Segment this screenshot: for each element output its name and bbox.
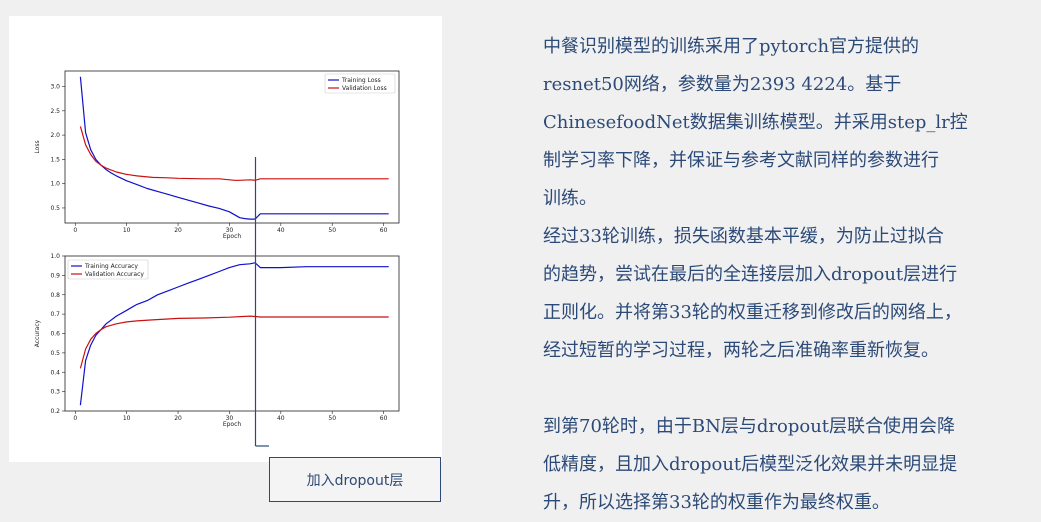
x-tick-label: 40 <box>277 415 285 422</box>
dropout-callout-label: 加入dropout层 <box>306 472 404 489</box>
legend-label: Validation Accuracy <box>85 271 144 278</box>
y-tick-label: 1.0 <box>50 253 60 260</box>
legend-label: Validation Loss <box>342 85 387 92</box>
description-line: 中餐识别模型的训练采用了pytorch官方提供的 <box>543 36 920 57</box>
y-tick-label: 0.3 <box>50 389 60 396</box>
series-line <box>79 262 389 406</box>
description-text: 中餐识别模型的训练采用了pytorch官方提供的 resnet50网络，参数量为… <box>543 28 1023 522</box>
description-line: 训练。 <box>543 188 597 209</box>
x-tick-label: 0 <box>73 227 77 234</box>
y-tick-label: 0.5 <box>50 205 60 212</box>
x-tick-label: 10 <box>123 227 131 234</box>
description-line: resnet50网络，参数量为2393 4224。基于 <box>543 74 902 95</box>
training-curves-figure: 0 10 20 30 40 50 60 0.5 1.0 1.5 2.0 2.5 3.0 Epoch Loss… <box>9 16 442 462</box>
legend-label: Training Loss <box>341 77 381 84</box>
x-axis-label: Epoch <box>223 421 242 428</box>
y-tick-label: 2.5 <box>50 108 60 115</box>
series-line <box>79 315 389 369</box>
y-tick-label: 1.0 <box>50 181 60 188</box>
description-line: 到第70轮时，由于BN层与dropout层联合使用会降 <box>543 416 956 437</box>
series-line <box>79 126 389 181</box>
x-tick-label: 60 <box>380 227 388 234</box>
x-axis-label: Epoch <box>223 233 242 240</box>
x-tick-label: 60 <box>380 415 388 422</box>
description-line: 的趋势，尝试在最后的全连接层加入dropout层进行 <box>543 264 958 285</box>
y-tick-label: 1.5 <box>50 156 60 163</box>
y-tick-label: 0.4 <box>50 369 60 376</box>
y-tick-label: 2.0 <box>50 132 60 139</box>
x-tick-label: 20 <box>174 227 182 234</box>
y-axis-label: Loss <box>34 140 41 153</box>
legend-label: Training Accuracy <box>84 263 138 270</box>
training-curves-svg: 0 10 20 30 40 50 600.51.01.52.02.53.0EpochLoss… <box>34 70 400 447</box>
plot-frame <box>64 70 400 224</box>
y-tick-label: 0.8 <box>50 292 60 299</box>
y-tick-label: 0.2 <box>50 408 60 415</box>
x-tick-label: 50 <box>328 227 336 234</box>
y-tick-label: 0.5 <box>50 350 60 357</box>
description-line: 正则化。并将第33轮的权重迁移到修改后的网络上， <box>543 302 962 323</box>
x-tick-label: 50 <box>328 415 336 422</box>
y-tick-label: 0.7 <box>50 311 60 318</box>
y-tick-label: 3.0 <box>50 84 60 91</box>
dropout-callout-box: 加入dropout层 <box>269 457 441 502</box>
description-line: 经过短暂的学习过程，两轮之后准确率重新恢复。 <box>543 340 939 361</box>
description-line: 经过33轮训练，损失函数基本平缓，为防止过拟合 <box>543 226 944 247</box>
y-tick-label: 0.6 <box>50 331 60 338</box>
x-tick-label: 40 <box>277 227 285 234</box>
x-tick-label: 20 <box>174 415 182 422</box>
description-line: 低精度，且加入dropout后模型泛化效果并未明显提 <box>543 454 958 475</box>
description-line: 升，所以选择第33轮的权重作为最终权重。 <box>543 492 890 513</box>
description-line: ChinesefoodNet数据集训练模型。并采用step_lr控 <box>543 112 968 133</box>
description-line: 制学习率下降，并保证与参考文献同样的参数进行 <box>543 150 939 171</box>
y-tick-label: 0.9 <box>50 272 60 279</box>
series-line <box>79 76 389 220</box>
y-axis-label: Accuracy <box>34 319 41 347</box>
x-tick-label: 0 <box>73 415 77 422</box>
x-tick-label: 10 <box>123 415 131 422</box>
